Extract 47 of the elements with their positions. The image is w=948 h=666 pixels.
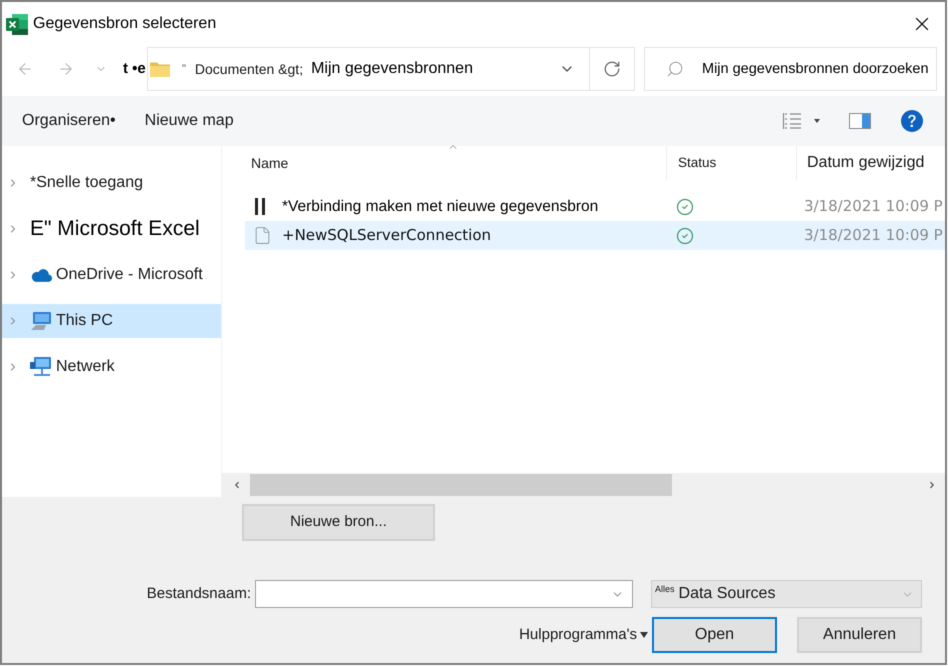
cloud-icon [30,268,52,282]
date-modified: 3/18/2021 10:09 P [803,225,943,246]
new-source-button[interactable]: Nieuwe bron... [242,504,435,541]
caret-down-icon[interactable] [814,119,820,123]
help-icon[interactable] [901,110,923,132]
column-header[interactable]: Status [666,146,796,180]
file-name: *Verbinding maken met nieuwe gegevensbron [282,196,598,217]
column-header[interactable]: Name [222,146,666,180]
breadcrumb-segment[interactable]: Mijn gegevensbronnen [311,57,473,81]
preview-pane-icon[interactable] [849,113,871,129]
file-row[interactable]: +NewSQLServerConnection 3/18/2021 10:09 P [245,221,945,250]
horizontal-scrollbar[interactable] [222,473,945,497]
window-title: Gegevensbron selecteren [33,14,216,34]
toolbar-button[interactable]: Nieuwe map [144,109,234,133]
file-row[interactable]: *Verbinding maken met nieuwe gegevensbron 3/18/2021 10:09 P [245,192,945,221]
spreadsheet-app-icon [6,14,28,34]
nav-text: t •e [123,58,147,79]
sidebar-item[interactable]: E" Microsoft Excel [2,212,221,246]
file-name-label: Bestandsnaam: [146,584,251,604]
search-field[interactable]: Mijn gegevensbronnen doorzoeken [644,47,937,91]
sidebar-item[interactable]: This PC [2,304,221,338]
sidebar-item[interactable]: *Snelle toegang [2,166,221,200]
date-modified: 3/18/2021 10:09 P [803,196,943,218]
breadcrumb-separator: " [182,62,186,77]
double-bar-icon [255,198,265,215]
tools-menu-button[interactable]: Hulpprogramma's [519,624,648,646]
breadcrumb-segment[interactable]: Documenten &gt; [194,58,304,80]
scroll-right-icon[interactable] [927,480,937,490]
computer-icon [30,311,52,331]
folder-icon [150,61,170,77]
scrollbar-thumb[interactable] [250,474,672,496]
sidebar-item[interactable]: Netwerk [2,350,221,384]
caret-down-icon [640,632,648,638]
details-view-icon[interactable] [782,112,802,130]
address-bar[interactable]: " Documenten &gt; Mijn gegevensbronnen [147,47,635,91]
toolbar-button[interactable]: Organiseren• [22,109,116,133]
scroll-left-icon[interactable] [232,480,242,490]
dialog-button[interactable]: Open [652,617,777,653]
network-icon [30,357,52,377]
refresh-icon[interactable] [603,60,621,78]
sidebar-item[interactable]: OneDrive - Microsoft [2,258,221,292]
search-icon [666,60,684,78]
file-name: +NewSQLServerConnection [282,225,492,246]
dialog-button[interactable]: Annuleren [797,617,922,653]
file-type-dropdown[interactable]: Alles Data Sources [651,580,922,608]
document-icon [253,226,272,245]
column-header[interactable]: Datum gewijzigd [796,146,945,180]
